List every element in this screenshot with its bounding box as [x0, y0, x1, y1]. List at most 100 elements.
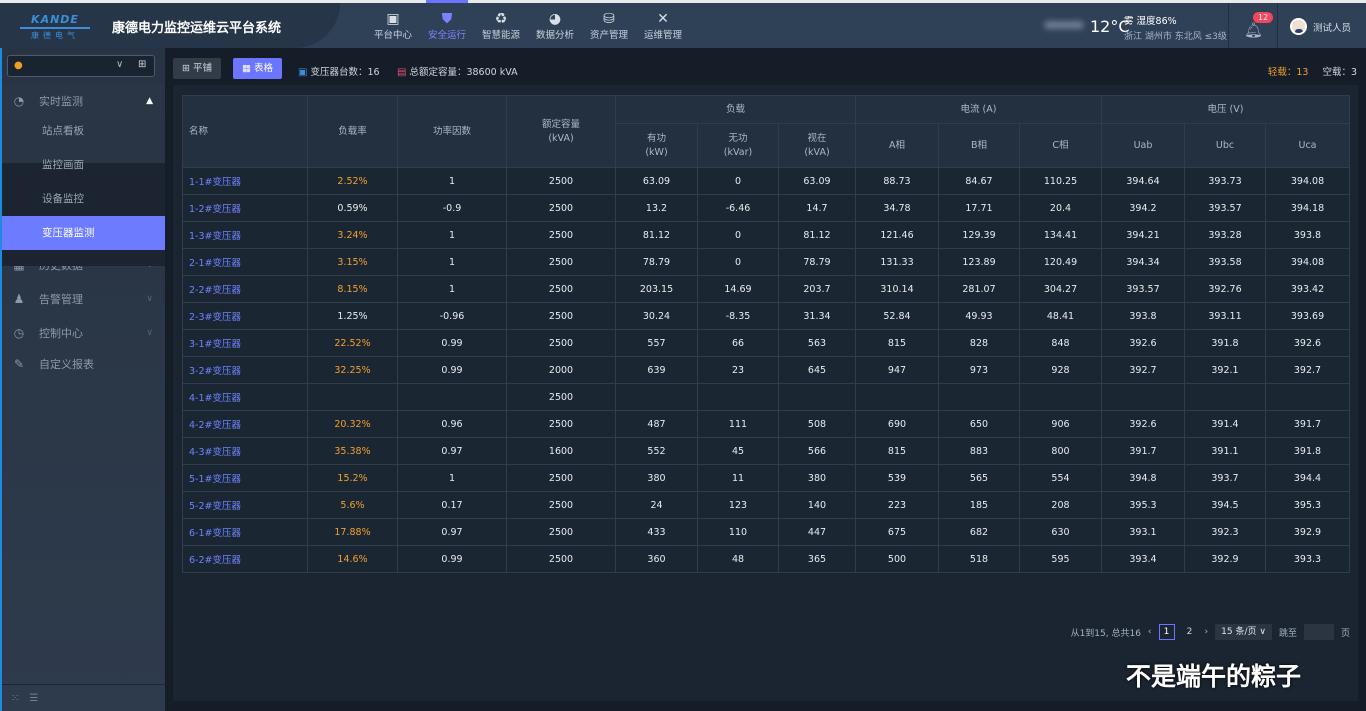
table-cell: 518 [938, 545, 1020, 573]
nav-database[interactable]: ⛁ 资产管理 [582, 3, 636, 48]
collapse-menu-icon[interactable]: ☰ [29, 693, 38, 704]
table-cell: 500 [855, 545, 939, 573]
sidebar-item-2[interactable]: 设备监控 [2, 182, 165, 216]
nav-tools[interactable]: ✕ 运维管理 [636, 3, 690, 48]
table-row[interactable]: 1-1#变压器 2.52% 1 2500 63.09 0 63.09 88.73 84.67 11… [182, 167, 1350, 195]
table-cell: 1 [397, 275, 507, 303]
transformer-link[interactable]: 1-1#变压器 [182, 167, 308, 195]
table-cell: 0.97 [397, 518, 507, 546]
nav-recycle[interactable]: ♻ 智慧能源 [474, 3, 528, 48]
table-cell: 848 [1019, 329, 1102, 357]
page-2[interactable]: 2 [1182, 624, 1198, 640]
nav-shield[interactable]: ⛊ 安全运行 [420, 0, 474, 48]
table-cell: 14.69 [697, 275, 779, 303]
table-cell: 81.12 [615, 221, 698, 249]
flat-view-button[interactable]: ⊞ 平铺 [173, 58, 221, 79]
table-row[interactable]: 1-3#变压器 3.24% 1 2500 81.12 0 81.12 121.46 129.39… [182, 221, 1350, 249]
table-row[interactable]: 3-1#变压器 22.52% 0.99 2500 557 66 563 815 828 848 39… [182, 329, 1350, 357]
table-row[interactable]: 4-2#变压器 20.32% 0.96 2500 487 111 508 690 650 906 3… [182, 410, 1350, 438]
table-cell: 110.25 [1019, 167, 1102, 195]
sidebar-group-4[interactable]: ✎ 自定义报表 [2, 347, 165, 381]
table-row[interactable]: 2-1#变压器 3.15% 1 2500 78.79 0 78.79 131.33 123.89… [182, 248, 1350, 276]
table-cell: 123 [697, 491, 779, 519]
q-unit: (kVar) [723, 146, 753, 158]
transformer-link[interactable]: 3-1#变压器 [182, 329, 308, 357]
monitor-icon: ▣ [386, 11, 400, 27]
table-row[interactable]: 6-2#变压器 14.6% 0.99 2500 360 48 365 500 518 595 393… [182, 545, 1350, 573]
transformer-link[interactable]: 3-2#变压器 [182, 356, 308, 384]
table-cell: 0.17 [397, 491, 507, 519]
table-row[interactable]: 3-2#变压器 32.25% 0.99 2000 639 23 645 947 973 928 39… [182, 356, 1350, 384]
table-cell: 15.2% [307, 464, 398, 492]
table-row[interactable]: 4-1#变压器 2500 [182, 383, 1350, 411]
transformer-link[interactable]: 6-1#变压器 [182, 518, 308, 546]
table-cell: 815 [855, 329, 939, 357]
table-view-button[interactable]: ▦ 表格 [233, 58, 283, 79]
table-cell: 14.6% [307, 545, 398, 573]
table-row[interactable]: 5-1#变压器 15.2% 1 2500 380 11 380 539 565 554 394.8 3… [182, 464, 1350, 492]
sidebar-item-3[interactable]: 变压器监测 [2, 216, 165, 250]
table-row[interactable]: 5-2#变压器 5.6% 0.17 2500 24 123 140 223 185 208 395.… [182, 491, 1350, 519]
s-unit: (kVA) [804, 146, 830, 158]
transformer-link[interactable]: 2-1#变压器 [182, 248, 308, 276]
table-cell: 11 [697, 464, 779, 492]
sidebar-group-3[interactable]: ◷ 控制中心 ∨ [2, 316, 165, 350]
weather-location: 浙江 湖州市 东北风 ≤3级 [1124, 32, 1227, 42]
table-cell: -6.46 [697, 194, 779, 222]
page-1[interactable]: 1 [1158, 624, 1175, 640]
page-size-select[interactable]: 15 条/页 ∨ [1215, 624, 1272, 640]
table-cell: 973 [938, 356, 1020, 384]
transformer-link[interactable]: 5-1#变压器 [182, 464, 308, 492]
nav-monitor[interactable]: ▣ 平台中心 [366, 3, 420, 48]
table-cell: 1 [397, 167, 507, 195]
apps-icon[interactable]: ⁙ [11, 693, 19, 704]
table-cell: 63.09 [615, 167, 698, 195]
nav-label: 资产管理 [589, 30, 628, 41]
meter-icon: ▤ [397, 67, 407, 78]
prev-page-icon[interactable]: ‹ [1148, 627, 1152, 637]
transformer-link[interactable]: 5-2#变压器 [182, 491, 308, 519]
table-cell: 304.27 [1019, 275, 1102, 303]
table-row[interactable]: 4-3#变压器 35.38% 0.97 1600 552 45 566 815 883 800 39… [182, 437, 1350, 465]
sidebar-item-0[interactable]: 站点看板 [2, 114, 165, 148]
transformer-link[interactable]: 2-3#变压器 [182, 302, 308, 330]
tools-icon: ✕ [657, 11, 669, 27]
table-cell: 393.28 [1184, 221, 1266, 249]
table-cell: -8.35 [697, 302, 779, 330]
table-cell: 2500 [506, 545, 616, 573]
site-select[interactable]: ● ∨ ⊞ [7, 55, 155, 77]
table-cell: 393.57 [1184, 194, 1266, 222]
sidebar-group-0[interactable]: ◔ 实时监测 ▲ [2, 84, 165, 118]
transformer-link[interactable]: 1-3#变压器 [182, 221, 308, 249]
next-page-icon[interactable]: › [1205, 627, 1209, 637]
avatar [1290, 18, 1307, 35]
table-cell: 134.41 [1019, 221, 1102, 249]
transformer-link[interactable]: 1-2#变压器 [182, 194, 308, 222]
sidebar-group-2[interactable]: ♟ 告警管理 ∨ [2, 282, 165, 316]
bell-icon[interactable]: 🔔︎ [1244, 21, 1263, 39]
table-row[interactable]: 6-1#变压器 17.88% 0.97 2500 433 110 447 675 682 630 3… [182, 518, 1350, 546]
table-row[interactable]: 1-2#变压器 0.59% -0.9 2500 13.2 -6.46 14.7 34.78 17… [182, 194, 1350, 222]
transformer-link[interactable]: 2-2#变压器 [182, 275, 308, 303]
nav-pie-chart[interactable]: ◕ 数据分析 [528, 3, 582, 48]
table-cell: 52.84 [855, 302, 939, 330]
table-cell: 2500 [506, 248, 616, 276]
table-row[interactable]: 2-2#变压器 8.15% 1 2500 203.15 14.69 203.7 310.14 2… [182, 275, 1350, 303]
transformer-link[interactable]: 6-2#变压器 [182, 545, 308, 573]
count-label: 变压器台数：16 [310, 67, 380, 78]
table-cell: 1.25% [307, 302, 398, 330]
grid-icon[interactable]: ⊞ [138, 59, 146, 70]
table-icon: ▦ [242, 63, 254, 74]
sidebar-item-1[interactable]: 监控画面 [2, 148, 165, 182]
pagination: 从1到15, 总共16 ‹ 1 2 › 15 条/页 ∨ 跳至 页 [1071, 624, 1350, 640]
table-cell: 81.12 [778, 221, 856, 249]
transformer-link[interactable]: 4-1#变压器 [182, 383, 308, 411]
table-row[interactable]: 2-3#变压器 1.25% -0.96 2500 30.24 -8.35 31.34 52.8… [182, 302, 1350, 330]
user-menu[interactable]: 测试人员 [1290, 18, 1351, 35]
transformer-link[interactable]: 4-2#变压器 [182, 410, 308, 438]
jump-page-input[interactable] [1303, 624, 1334, 640]
transformer-link[interactable]: 4-3#变压器 [182, 437, 308, 465]
table-cell: 393.58 [1184, 248, 1266, 276]
col-capacity: 额定容量 (kVA) [506, 95, 616, 168]
table-cell: 84.67 [938, 167, 1020, 195]
